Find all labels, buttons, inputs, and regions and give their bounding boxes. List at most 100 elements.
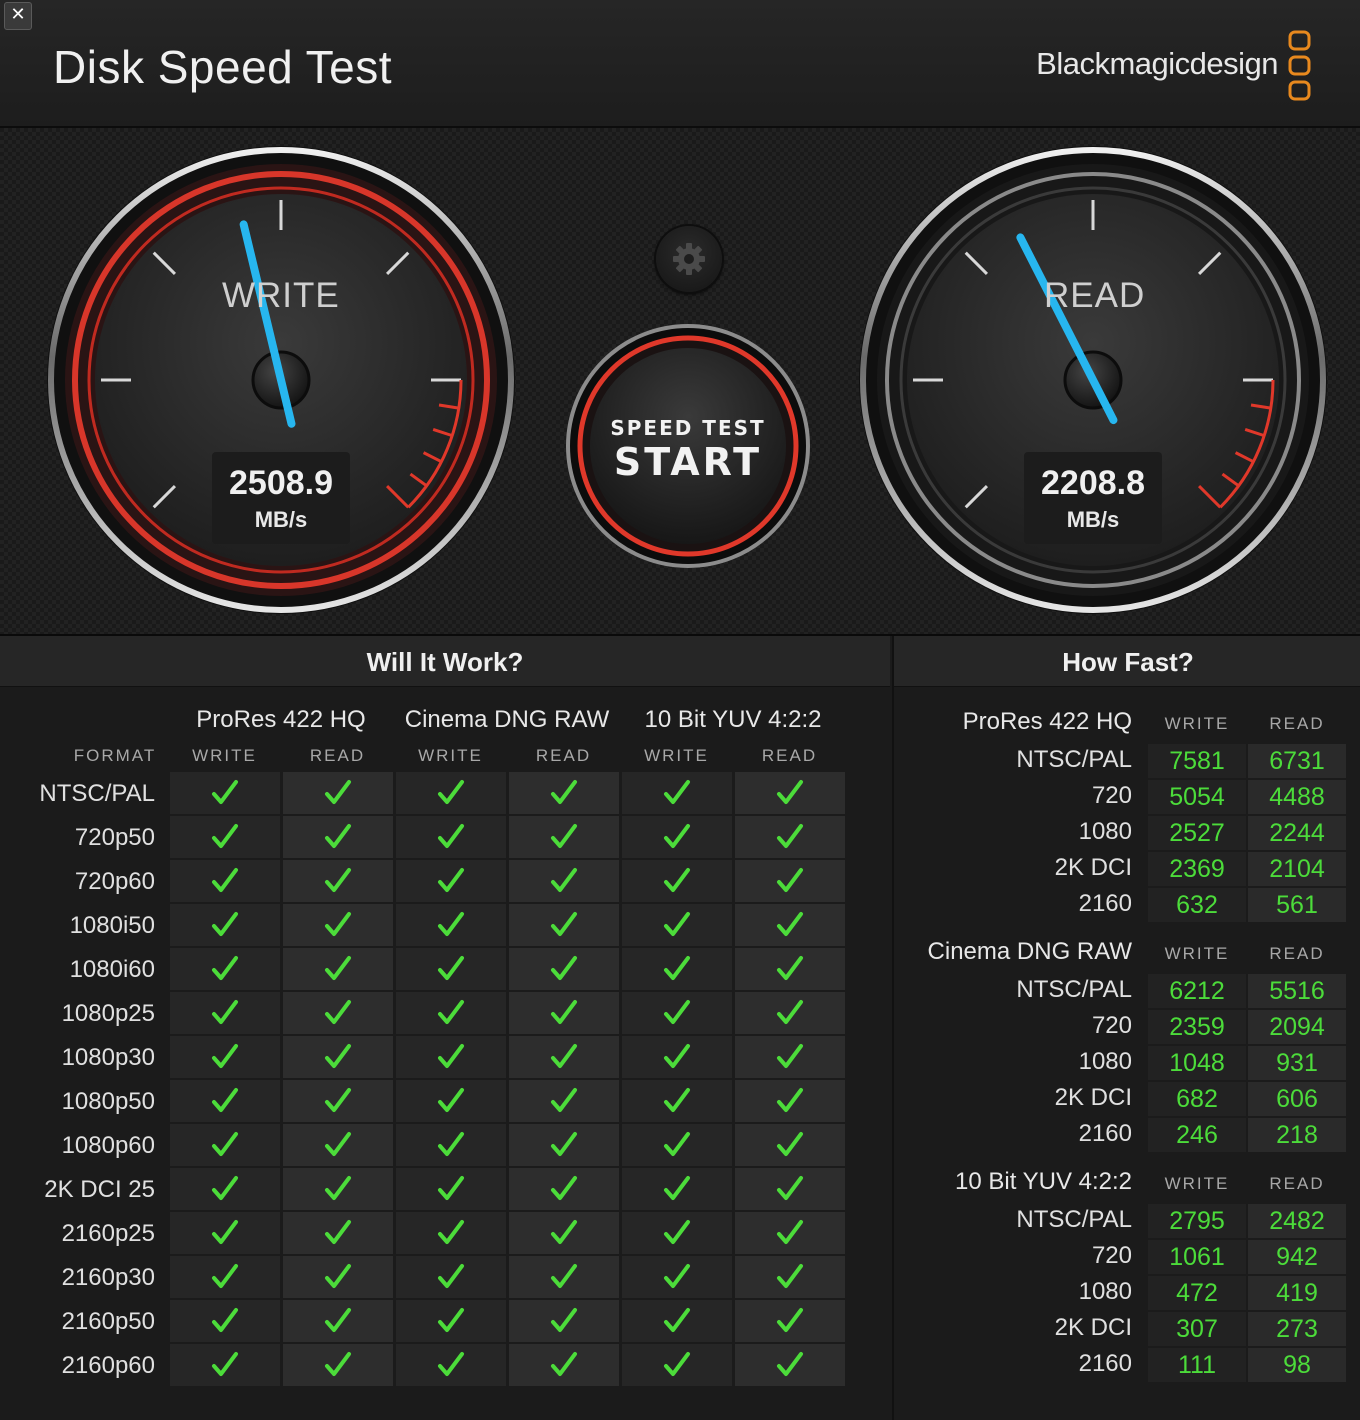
- checkmark-icon: [325, 1176, 351, 1200]
- result-cell: [283, 1080, 393, 1122]
- checkmark-icon: [438, 1132, 464, 1156]
- checkmark-icon: [212, 1088, 238, 1112]
- checkmark-icon: [777, 1264, 803, 1288]
- codec-header: 10 Bit YUV 4:2:2: [644, 706, 822, 733]
- checkmark-icon: [664, 1176, 690, 1200]
- result-cell: [622, 772, 732, 814]
- result-cell: [509, 1300, 619, 1342]
- settings-button[interactable]: [656, 226, 722, 292]
- speed-value-read: 2482: [1248, 1204, 1346, 1238]
- speed-row-label: 720: [1091, 1242, 1132, 1269]
- checkmark-icon: [777, 780, 803, 804]
- checkmark-icon: [325, 1000, 351, 1024]
- result-cell: [735, 1168, 845, 1210]
- speed-value-read: 4488: [1248, 780, 1346, 814]
- result-cell: [622, 1300, 732, 1342]
- checkmark-icon: [325, 912, 351, 936]
- speed-value-read: 419: [1248, 1276, 1346, 1310]
- close-button[interactable]: ✕: [4, 2, 32, 30]
- result-cell: [283, 1168, 393, 1210]
- checkmark-icon: [212, 1000, 238, 1024]
- result-cell: [170, 948, 280, 990]
- checkmark-icon: [777, 1044, 803, 1068]
- speed-row-label: NTSC/PAL: [1016, 746, 1132, 773]
- result-cell: [396, 1212, 506, 1254]
- checkmark-icon: [777, 1352, 803, 1376]
- speed-row-label: 2K DCI: [1054, 1314, 1132, 1341]
- speed-row-label: 2160: [1078, 890, 1132, 917]
- checkmark-icon: [551, 780, 577, 804]
- checkmark-icon: [438, 824, 464, 848]
- checkmark-icon: [438, 780, 464, 804]
- result-cell: [396, 816, 506, 858]
- checkmark-icon: [325, 1264, 351, 1288]
- checkmark-icon: [664, 956, 690, 980]
- write-speed-value: 2508.9: [229, 464, 333, 502]
- result-cell: [735, 1036, 845, 1078]
- checkmark-icon: [777, 1088, 803, 1112]
- result-cell: [396, 772, 506, 814]
- read-column-header: READ: [309, 746, 366, 765]
- result-cell: [735, 860, 845, 902]
- checkmark-icon: [212, 1308, 238, 1332]
- checkmark-icon: [212, 956, 238, 980]
- checkmark-icon: [212, 1176, 238, 1200]
- checkmark-icon: [664, 868, 690, 892]
- result-cell: [509, 1036, 619, 1078]
- result-cell: [396, 1300, 506, 1342]
- checkmark-icon: [438, 956, 464, 980]
- write-gauge-label: WRITE: [222, 276, 340, 315]
- result-cell: [283, 1036, 393, 1078]
- result-cell: [509, 1168, 619, 1210]
- checkmark-icon: [664, 912, 690, 936]
- speed-group-title: ProRes 422 HQ: [962, 708, 1132, 735]
- result-cell: [396, 1256, 506, 1298]
- speed-value-read: 98: [1248, 1348, 1346, 1382]
- speed-value-read: 606: [1248, 1082, 1346, 1116]
- speed-value-read: 2104: [1248, 852, 1346, 886]
- result-cell: [396, 1344, 506, 1386]
- start-button[interactable]: SPEED TEST START: [570, 328, 806, 564]
- result-cell: [283, 948, 393, 990]
- checkmark-icon: [551, 1132, 577, 1156]
- result-cell: [735, 772, 845, 814]
- result-cell: [283, 1300, 393, 1342]
- checkmark-icon: [777, 868, 803, 892]
- checkmark-icon: [212, 824, 238, 848]
- result-cell: [509, 948, 619, 990]
- speed-value-write: 632: [1148, 888, 1246, 922]
- result-cell: [509, 816, 619, 858]
- result-cell: [735, 1300, 845, 1342]
- format-label: 2160p60: [61, 1352, 155, 1379]
- read-readout: 2208.8 MB/s: [1024, 452, 1162, 544]
- checkmark-icon: [551, 1044, 577, 1068]
- start-button-subtitle: SPEED TEST: [610, 416, 766, 440]
- checkmark-icon: [325, 1220, 351, 1244]
- speed-value-write: 2369: [1148, 852, 1246, 886]
- checkmark-icon: [438, 1000, 464, 1024]
- speed-value-write: 2527: [1148, 816, 1246, 850]
- checkmark-icon: [664, 780, 690, 804]
- checkmark-icon: [438, 1044, 464, 1068]
- result-cell: [170, 1124, 280, 1166]
- result-cell: [622, 860, 732, 902]
- codec-header: ProRes 422 HQ: [196, 706, 366, 733]
- format-label: 1080p30: [61, 1044, 155, 1071]
- checkmark-icon: [664, 1044, 690, 1068]
- speed-row-label: NTSC/PAL: [1016, 976, 1132, 1003]
- speed-row-label: 720: [1091, 782, 1132, 809]
- brand-logo-icon: [1288, 30, 1311, 101]
- checkmark-icon: [664, 1264, 690, 1288]
- checkmark-icon: [325, 956, 351, 980]
- format-label: 1080i50: [69, 912, 155, 939]
- speed-read-header: READ: [1269, 944, 1325, 963]
- result-cell: [170, 772, 280, 814]
- result-cell: [735, 816, 845, 858]
- checkmark-icon: [551, 1352, 577, 1376]
- speed-value-write: 1061: [1148, 1240, 1246, 1274]
- checkmark-icon: [551, 1220, 577, 1244]
- checkmark-icon: [777, 1000, 803, 1024]
- speed-value-read: 5516: [1248, 974, 1346, 1008]
- speed-value-read: 2244: [1248, 816, 1346, 850]
- result-cell: [170, 1344, 280, 1386]
